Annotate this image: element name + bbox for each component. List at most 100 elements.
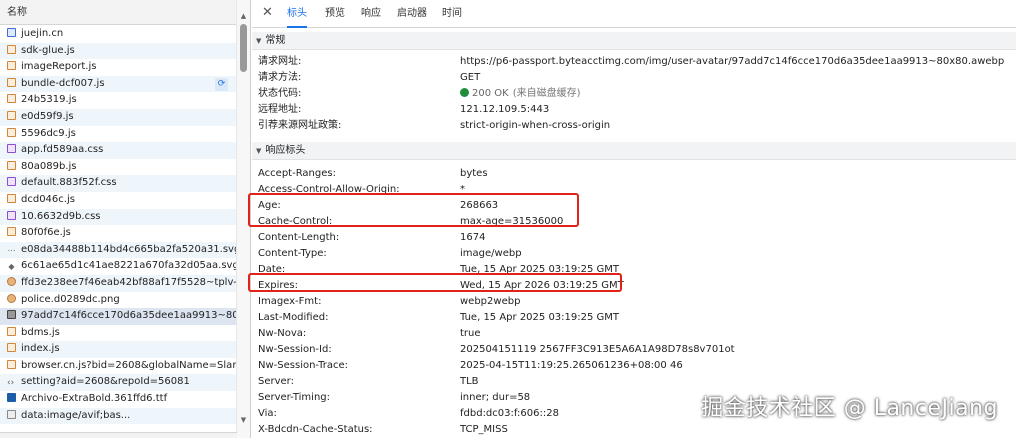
request-row[interactable]: ◆ 6c61ae65d1c41ae8221a670fa32d05aa.svg	[0, 258, 236, 275]
js-icon	[7, 326, 16, 336]
scroll-thumb[interactable]	[240, 24, 247, 72]
request-row[interactable]: police.d0289dc.png	[0, 292, 236, 309]
request-row[interactable]: index.js	[0, 341, 236, 358]
header-row: Last-Modified: Tue, 15 Apr 2025 03:19:25 …	[252, 310, 1016, 326]
header-value[interactable]: TLB	[460, 374, 479, 390]
request-row[interactable]: ⋯ e08da34488b114bd4c665ba2fa520a31.svg	[0, 241, 236, 259]
gear-icon: ‹›	[7, 378, 15, 389]
request-list: juejin.cn sdk-glue.js imageReport.js bundle…	[0, 26, 236, 438]
request-name: police.d0289dc.png	[21, 293, 120, 305]
header-name: Nw-Session-Id:	[258, 344, 332, 355]
header-value[interactable]: Tue, 15 Apr 2025 03:19:25 GMT	[460, 310, 619, 326]
collapse-triangle-icon: ▼	[256, 37, 262, 45]
scroll-down-arrow-icon[interactable]: ▼	[237, 414, 250, 426]
response-headers-section-header[interactable]: ▼ 响应标头	[252, 142, 1016, 160]
request-row[interactable]: bdms.js	[0, 325, 236, 342]
image-icon	[7, 276, 16, 286]
request-name: bdms.js	[21, 326, 60, 338]
request-name: setting?aid=2608&repoId=56081	[21, 376, 190, 388]
request-row[interactable]: sdk-glue.js	[0, 42, 236, 60]
request-name: default.883f52f.css	[21, 177, 117, 189]
request-name: dcd046c.js	[21, 193, 75, 205]
tab-headers[interactable]: 标头	[287, 0, 307, 28]
response-headers-section-title: 响应标头	[265, 145, 306, 156]
request-row[interactable]: 24b5319.js	[0, 92, 236, 109]
status-ok-dot-icon	[460, 88, 469, 97]
request-row[interactable]: browser.cn.js?bid=2608&globalName=Slard.…	[0, 358, 236, 375]
scroll-up-arrow-icon[interactable]: ▲	[237, 10, 250, 22]
request-name: index.js	[21, 343, 60, 355]
request-row[interactable]: ‹› setting?aid=2608&repoId=56081	[0, 374, 236, 392]
header-value[interactable]: TCP_MISS	[460, 422, 508, 438]
request-row[interactable]: dcd046c.js	[0, 192, 236, 209]
header-row: Nw-Session-Id: 202504151119 2567FF3C913E5…	[252, 342, 1016, 358]
svg-icon: ◆	[8, 262, 15, 272]
header-value[interactable]: webp2webp	[460, 294, 520, 310]
doc-icon	[7, 28, 16, 37]
request-name: imageReport.js	[21, 61, 97, 73]
request-row[interactable]: 10.6632d9b.css	[0, 208, 236, 226]
js-icon	[7, 160, 16, 170]
header-name: Via:	[258, 408, 277, 419]
header-value[interactable]: 202504151119 2567FF3C913E5A6A1A98D78s8v7…	[460, 342, 735, 358]
cache-headers-highlight-box	[248, 193, 579, 227]
request-row[interactable]: imageReport.js	[0, 59, 236, 76]
general-section-header[interactable]: ▼ 常规	[252, 32, 1016, 50]
header-name: Server:	[258, 376, 294, 387]
header-value[interactable]: 1674	[460, 230, 485, 246]
request-name: 5596dc9.js	[21, 127, 76, 139]
request-row[interactable]: default.883f52f.css	[0, 175, 236, 192]
header-value[interactable]: 121.12.109.5:443	[460, 102, 549, 118]
request-row[interactable]: app.fd589aa.css	[0, 142, 236, 159]
request-row[interactable]: e0d59f9.js	[0, 108, 236, 126]
request-name: sdk-glue.js	[21, 44, 75, 56]
details-tabbar: ✕ 标头 预览 响应 启动器 时间	[252, 0, 1016, 28]
header-value[interactable]: GET	[460, 70, 480, 86]
request-row[interactable]: ffd3e238ee7f46eab42bf88af17f5528~tplv-k3…	[0, 274, 236, 292]
font-icon	[7, 393, 16, 403]
name-column-header[interactable]: 名称	[0, 0, 250, 25]
header-row: 请求网址: https://p6-passport.byteacctimg.com…	[252, 54, 1016, 70]
request-row[interactable]: juejin.cn	[0, 26, 236, 43]
request-row[interactable]: 5596dc9.js	[0, 126, 236, 143]
request-name: juejin.cn	[21, 28, 64, 39]
request-row[interactable]: 80a089b.js	[0, 159, 236, 176]
data-icon	[7, 409, 16, 419]
header-name: Nw-Nova:	[258, 328, 307, 339]
tab-response[interactable]: 响应	[361, 0, 381, 28]
tab-preview[interactable]: 预览	[325, 0, 345, 28]
header-value[interactable]: strict-origin-when-cross-origin	[460, 118, 610, 134]
request-row[interactable]: 97add7c14f6cce170d6a35dee1aa9913~80x8...	[0, 308, 236, 325]
request-row[interactable]: 80f0f6e.js	[0, 225, 236, 242]
header-value[interactable]: image/webp	[460, 246, 522, 262]
request-name: app.fd589aa.css	[21, 144, 104, 156]
header-value[interactable]: https://p6-passport.byteacctimg.com/img/…	[460, 54, 1004, 70]
request-name: 80a089b.js	[21, 160, 77, 172]
tab-initiator[interactable]: 启动器	[397, 0, 427, 28]
request-row[interactable]: data:image/avif;bas...	[0, 407, 236, 425]
close-icon[interactable]: ✕	[262, 6, 273, 20]
header-value[interactable]: bytes	[460, 166, 488, 182]
request-name: 24b5319.js	[21, 94, 77, 106]
request-name: Archivo-ExtraBold.361ffd6.ttf	[21, 393, 168, 405]
request-name: 97add7c14f6cce170d6a35dee1aa9913~80x8...	[21, 310, 236, 322]
js-icon	[7, 44, 16, 54]
js-icon	[7, 94, 16, 104]
header-name: 引荐来源网址政策:	[258, 120, 342, 131]
request-row[interactable]: bundle-dcf007.js ⟳	[0, 75, 236, 93]
header-name: 远程地址:	[258, 104, 302, 115]
image-icon	[7, 293, 16, 303]
header-row: 引荐来源网址政策: strict-origin-when-cross-origin	[252, 118, 1016, 134]
header-value[interactable]: true	[460, 326, 481, 342]
tab-timing[interactable]: 时间	[442, 0, 462, 28]
request-name: 80f0f6e.js	[21, 227, 71, 239]
override-refresh-icon[interactable]: ⟳	[215, 77, 228, 91]
request-row[interactable]: Archivo-ExtraBold.361ffd6.ttf	[0, 391, 236, 408]
header-value[interactable]: 200 OK (来自磁盘缓存)	[460, 86, 581, 102]
status-code-text: 200 OK	[472, 88, 509, 99]
header-name: X-Bdcdn-Cache-Status:	[258, 424, 373, 435]
header-value[interactable]: inner; dur=58	[460, 390, 530, 406]
header-value[interactable]: 2025-04-15T11:19:25.265061236+08:00 46	[460, 358, 683, 374]
header-value[interactable]: fdbd:dc03:f:606::28	[460, 406, 559, 422]
general-section: 请求网址: https://p6-passport.byteacctimg.com…	[252, 54, 1016, 134]
